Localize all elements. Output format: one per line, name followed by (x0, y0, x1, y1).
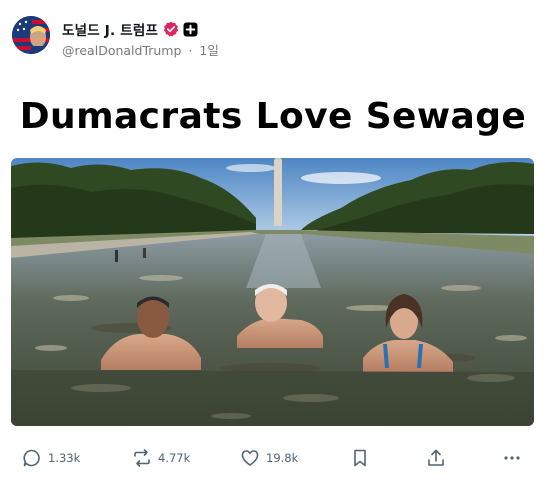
avatar-flag-image (12, 16, 50, 54)
repost-count: 4.77k (158, 451, 191, 465)
reply-count: 1.33k (48, 451, 81, 465)
verified-badge-icon (163, 21, 179, 37)
author-name[interactable]: 도널드 J. 트럼프 (62, 19, 158, 39)
reply-button[interactable]: 1.33k (22, 446, 80, 470)
action-bar: 1.33k 4.77k 19.8k (0, 446, 546, 470)
like-button[interactable]: 19.8k (240, 446, 298, 470)
headline-text: Dumacrats Love Sewage (19, 96, 527, 137)
repost-button[interactable]: 4.77k (132, 446, 190, 470)
share-button[interactable] (426, 446, 446, 470)
handle-row: @realDonaldTrump · 1일 (62, 40, 219, 59)
more-button[interactable] (502, 446, 522, 470)
reflecting-pool-photo (11, 158, 534, 426)
repost-icon (134, 449, 150, 467)
share-icon (428, 449, 444, 466)
post-image[interactable] (11, 158, 534, 426)
plus-badge-icon (183, 22, 198, 36)
post-header: 도널드 J. 트럼프 @realDonaldTrump · 1일 (12, 16, 534, 58)
bookmark-icon (354, 449, 366, 467)
bookmark-button[interactable] (350, 446, 370, 470)
like-count: 19.8k (266, 451, 299, 465)
reply-icon (23, 449, 40, 467)
name-row: 도널드 J. 트럼프 (62, 19, 198, 39)
separator: · (188, 43, 193, 58)
like-icon (241, 450, 259, 466)
handle[interactable]: @realDonaldTrump (62, 43, 181, 58)
more-icon (504, 456, 520, 460)
avatar[interactable] (12, 16, 50, 54)
timestamp[interactable]: 1일 (199, 43, 218, 58)
